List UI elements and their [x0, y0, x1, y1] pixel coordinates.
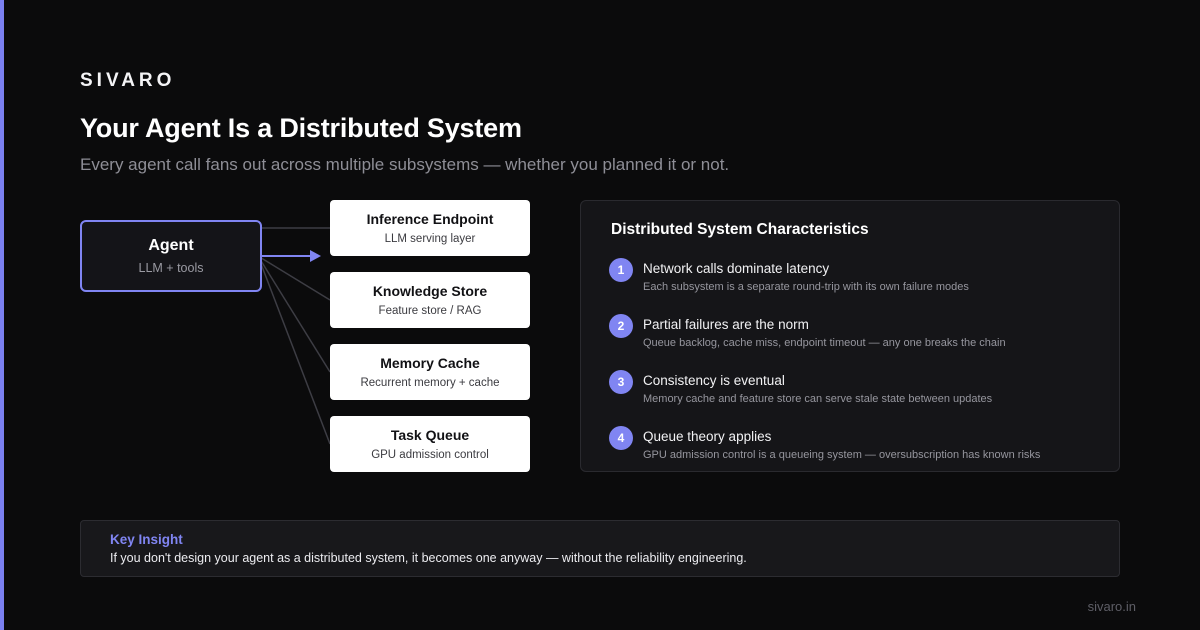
characteristic-desc: Each subsystem is a separate round-trip … [643, 281, 969, 293]
characteristic-item: 3 Consistency is eventual Memory cache a… [609, 370, 1109, 414]
characteristic-item: 4 Queue theory applies GPU admission con… [609, 426, 1109, 470]
characteristic-desc: Queue backlog, cache miss, endpoint time… [643, 337, 1006, 349]
brand-logo: SIVARO [80, 70, 176, 91]
page-title: Your Agent Is a Distributed System [80, 113, 522, 143]
page-subtitle: Every agent call fans out across multipl… [80, 155, 730, 174]
connector-memory [257, 255, 331, 373]
characteristic-title: Queue theory applies [643, 429, 772, 444]
insight-text: If you don't design your agent as a dist… [110, 551, 747, 565]
characteristic-desc: Memory cache and feature store can serve… [643, 393, 993, 405]
number-badge: 2 [609, 314, 633, 338]
subsystem-memory-cache: Memory Cache Recurrent memory + cache [330, 344, 530, 400]
characteristic-title: Partial failures are the norm [643, 317, 809, 332]
characteristic-item: 1 Network calls dominate latency Each su… [609, 258, 1109, 302]
number-badge: 1 [609, 258, 633, 282]
subsystem-title: Memory Cache [380, 355, 480, 371]
subsystem-title: Inference Endpoint [366, 211, 494, 227]
key-insight-box: Key Insight If you don't design your age… [80, 520, 1120, 577]
subsystem-task-queue: Task Queue GPU admission control [330, 416, 530, 472]
insight-label: Key Insight [110, 532, 183, 547]
subsystem-desc: Feature store / RAG [378, 305, 482, 317]
panel-title: Distributed System Characteristics [611, 221, 869, 238]
number-badge: 3 [609, 370, 633, 394]
subsystem-inference-endpoint: Inference Endpoint LLM serving layer [330, 200, 530, 256]
subsystem-desc: LLM serving layer [384, 233, 476, 245]
characteristics-panel: Distributed System Characteristics 1 Net… [580, 200, 1120, 472]
characteristic-title: Consistency is eventual [643, 373, 785, 388]
subsystem-desc: GPU admission control [371, 449, 489, 461]
characteristic-title: Network calls dominate latency [643, 261, 830, 276]
number-badge: 4 [609, 426, 633, 450]
footer-url: sivaro.in [1087, 599, 1136, 614]
subsystem-knowledge-store: Knowledge Store Feature store / RAG [330, 272, 530, 328]
connector-knowledge [257, 255, 331, 301]
agent-subtitle: LLM + tools [138, 261, 204, 275]
subsystem-desc: Recurrent memory + cache [360, 377, 500, 389]
characteristic-desc: GPU admission control is a queueing syst… [643, 449, 1041, 461]
subsystem-title: Task Queue [390, 427, 470, 443]
connector-queue [257, 255, 331, 445]
arrowhead-icon [310, 250, 321, 262]
characteristic-item: 2 Partial failures are the norm Queue ba… [609, 314, 1109, 358]
left-accent-bar [0, 0, 4, 630]
agent-title: Agent [148, 237, 194, 254]
subsystem-title: Knowledge Store [372, 283, 488, 299]
agent-node: Agent LLM + tools [80, 220, 262, 292]
